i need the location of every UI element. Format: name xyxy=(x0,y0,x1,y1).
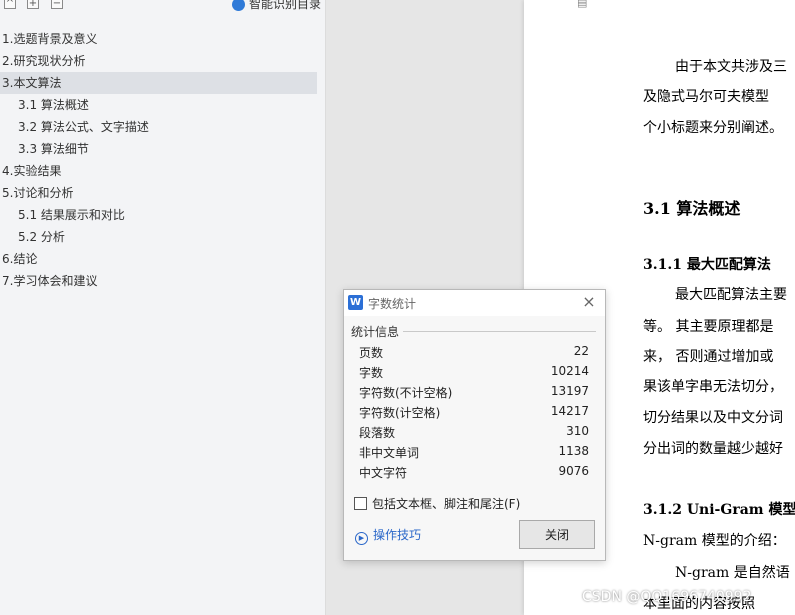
toc-item[interactable]: 7.学习体会和建议 xyxy=(0,270,325,292)
stat-label: 字数 xyxy=(359,366,384,380)
heading-3-1-2: 3.1.2 Uni-Gram 模型 xyxy=(643,502,795,518)
smart-toc-label: 智能识别目录 xyxy=(248,0,321,11)
collapse-button[interactable]: − xyxy=(51,0,63,9)
collapse-all-button[interactable]: ^ xyxy=(4,0,16,9)
stat-row: 非中文单词 1138 xyxy=(359,444,589,464)
expand-button[interactable]: + xyxy=(27,0,39,9)
watermark-text: CSDN @QQ1696740992 xyxy=(582,589,752,605)
doc-line: 果该单字串无法切分， xyxy=(643,379,783,395)
dialog-titlebar[interactable]: W 字数统计 × xyxy=(344,290,605,316)
nav-toolbar: ^ + − 智能识别目录 xyxy=(0,0,325,18)
close-icon[interactable]: × xyxy=(581,292,597,312)
dialog-title: 字数统计 xyxy=(368,297,417,311)
stat-value: 10214 xyxy=(550,364,589,378)
toc-list: 1.选题背景及意义 2.研究现状分析 3.本文算法 3.1 算法概述 3.2 算法公式、… xyxy=(0,28,325,292)
checkbox-box[interactable] xyxy=(354,497,367,510)
smart-toc-button[interactable]: 智能识别目录 xyxy=(231,0,321,12)
stat-row: 字数 10214 xyxy=(359,364,589,384)
doc-line: 最大匹配算法主要 xyxy=(675,287,787,303)
close-button[interactable]: 关闭 xyxy=(519,520,595,549)
stat-value: 9076 xyxy=(558,464,589,478)
doc-line: 分出词的数量越少越好 xyxy=(643,441,783,457)
stat-row: 字符数(计空格) 14217 xyxy=(359,404,589,424)
toc-item[interactable]: 6.结论 xyxy=(0,248,325,270)
toc-item[interactable]: 3.本文算法 xyxy=(0,72,317,94)
stat-label: 字符数(不计空格) xyxy=(359,386,453,400)
tips-link[interactable]: ▶ 操作技巧 xyxy=(355,526,421,545)
stat-label: 页数 xyxy=(359,346,384,360)
doc-line: N-gram 模型的介绍： xyxy=(643,533,786,549)
toc-item[interactable]: 2.研究现状分析 xyxy=(0,50,325,72)
heading-3-1: 3.1 算法概述 xyxy=(643,199,741,218)
stat-value: 13197 xyxy=(550,384,589,398)
doc-line: 等。 其主要原理都是 xyxy=(643,319,774,335)
doc-line: 及隐式马尔可夫模型 xyxy=(643,89,769,105)
page-menu-icon[interactable]: ▤ xyxy=(577,0,589,10)
toc-item[interactable]: 3.3 算法细节 xyxy=(0,138,325,160)
section-divider xyxy=(403,331,596,332)
stat-row: 页数 22 xyxy=(359,344,589,364)
toc-item[interactable]: 3.2 算法公式、文字描述 xyxy=(0,116,325,138)
toc-item[interactable]: 5.1 结果展示和对比 xyxy=(0,204,325,226)
stat-value: 1138 xyxy=(558,444,589,458)
stat-value: 310 xyxy=(566,424,589,438)
stat-value: 14217 xyxy=(550,404,589,418)
wps-logo-icon: W xyxy=(348,295,363,310)
stat-label: 字符数(计空格) xyxy=(359,406,441,420)
toc-item[interactable]: 1.选题背景及意义 xyxy=(0,28,325,50)
stat-row: 中文字符 9076 xyxy=(359,464,589,484)
stats-section-label: 统计信息 xyxy=(351,325,400,339)
stat-label: 段落数 xyxy=(359,426,396,440)
toc-item[interactable]: 5.2 分析 xyxy=(0,226,325,248)
toc-item[interactable]: 3.1 算法概述 xyxy=(0,94,325,116)
word-count-dialog: W 字数统计 × 统计信息 页数 22 字数 10214 字符数(不计空格) 13197 字… xyxy=(343,289,606,561)
stat-label: 非中文单词 xyxy=(359,446,420,460)
stat-label: 中文字符 xyxy=(359,466,408,480)
heading-3-1-1: 3.1.1 最大匹配算法 xyxy=(643,257,771,273)
checkbox-label: 包括文本框、脚注和尾注(F) xyxy=(372,497,521,511)
stat-row: 字符数(不计空格) 13197 xyxy=(359,384,589,404)
doc-line: 个小标题来分别阐述。 xyxy=(643,120,783,136)
toc-item[interactable]: 4.实验结果 xyxy=(0,160,325,182)
toc-item[interactable]: 5.讨论和分析 xyxy=(0,182,325,204)
tips-label: 操作技巧 xyxy=(373,528,422,542)
doc-line: 来， 否则通过增加或 xyxy=(643,349,774,365)
play-icon: ▶ xyxy=(355,532,368,545)
doc-line: N-gram 是自然语 xyxy=(675,565,790,581)
include-textbox-checkbox[interactable]: 包括文本框、脚注和尾注(F) xyxy=(354,495,520,512)
doc-line: 切分结果以及中文分词 xyxy=(643,410,783,426)
stat-value: 22 xyxy=(573,344,589,358)
stat-row: 段落数 310 xyxy=(359,424,589,444)
doc-line: 由于本文共涉及三 xyxy=(675,59,787,75)
smart-toc-icon xyxy=(231,0,245,11)
navigation-pane: ^ + − 智能识别目录 1.选题背景及意义 2.研究现状分析 3.本文算法 3.1 … xyxy=(0,0,326,615)
